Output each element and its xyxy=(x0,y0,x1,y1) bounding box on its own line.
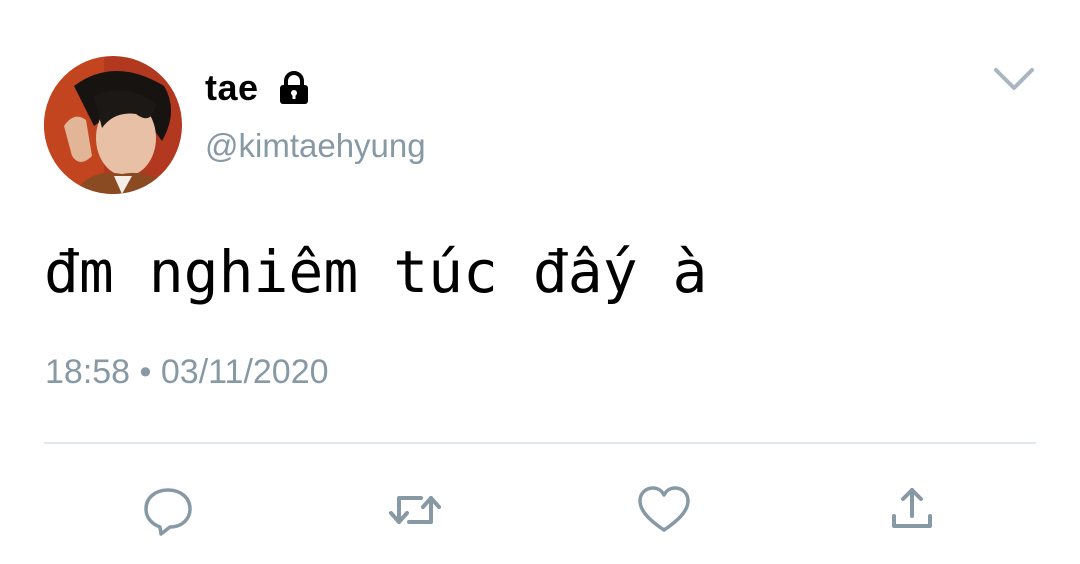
avatar[interactable] xyxy=(44,56,182,194)
avatar-image xyxy=(44,56,182,194)
heart-icon xyxy=(638,486,690,532)
user-handle[interactable]: @kimtaehyung xyxy=(205,126,426,166)
retweet-icon xyxy=(389,496,441,524)
retweet-button[interactable] xyxy=(387,482,443,538)
display-name-text: tae xyxy=(205,67,259,108)
like-button[interactable] xyxy=(636,482,692,538)
tweet-text: đm nghiêm túc đấy à xyxy=(44,238,708,306)
divider xyxy=(44,442,1036,444)
reply-bubble-icon xyxy=(144,488,192,536)
share-button[interactable] xyxy=(884,482,940,538)
chevron-down-icon[interactable] xyxy=(990,62,1038,96)
display-name[interactable]: tae xyxy=(205,68,311,108)
tweet-timestamp[interactable]: 18:58 • 03/11/2020 xyxy=(45,350,329,394)
lock-icon xyxy=(277,71,311,105)
reply-button[interactable] xyxy=(140,482,196,538)
share-icon xyxy=(892,488,932,528)
